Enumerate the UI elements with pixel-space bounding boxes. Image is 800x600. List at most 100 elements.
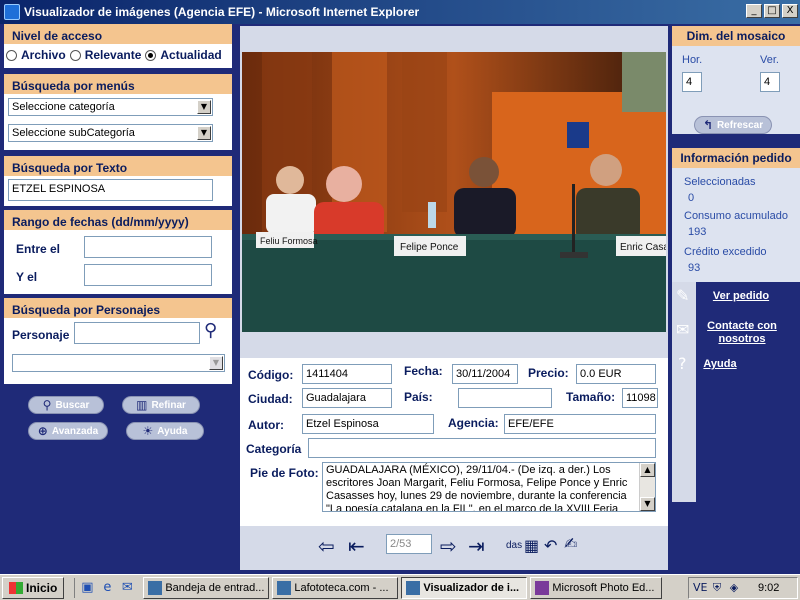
start-button[interactable]: Inicio	[2, 576, 65, 599]
windows-logo-icon	[9, 581, 23, 594]
rotate-icon[interactable]: ↶	[544, 536, 557, 555]
code-field[interactable]: 1411404	[302, 364, 392, 384]
caption-field[interactable]: GUADALAJARA (MÉXICO), 29/11/04.- (De izq…	[322, 462, 656, 512]
nameplate-2: Felipe Ponce	[400, 242, 459, 253]
radio-relevante-label: Relevante	[84, 48, 142, 62]
nameplate-3: Enric Casa	[620, 242, 666, 253]
help-button[interactable]: ☀ Ayuda	[126, 422, 204, 440]
contact-link-line1[interactable]: Contacte con	[700, 320, 784, 332]
language-indicator[interactable]: VE	[693, 581, 707, 595]
category-select[interactable]: Seleccione categoría ▼	[8, 98, 213, 116]
radio-actualidad-label: Actualidad	[160, 48, 222, 62]
pager-suffix: das	[506, 540, 523, 551]
task-inbox-label: Bandeja de entrad...	[165, 581, 265, 594]
category-field[interactable]	[308, 438, 656, 458]
date-label: Fecha:	[404, 364, 443, 378]
text-search-input[interactable]: ETZEL ESPINOSA	[8, 179, 213, 201]
code-label: Código:	[248, 368, 294, 382]
subcategory-select[interactable]: Seleccione subCategoría ▼	[8, 124, 213, 142]
menu-search-section: Búsqueda por menús Seleccione categoría …	[4, 74, 232, 152]
task-inbox[interactable]: Bandeja de entrad...	[143, 576, 270, 599]
antivirus-icon[interactable]: ⛨	[710, 581, 724, 595]
system-tray: VE ⛨ ◈ 9:02	[688, 577, 798, 599]
shield-icon[interactable]: ◈	[727, 581, 741, 595]
filter-icon: ▥	[136, 398, 148, 412]
scroll-up-icon[interactable]: ▲	[640, 463, 655, 477]
mosaic-hor-label: Hor.	[682, 54, 703, 66]
next-arrow-icon[interactable]: ⇨	[440, 534, 457, 558]
date-from-label: Entre el	[16, 242, 61, 256]
task-lafototeca[interactable]: Lafototeca.com - ...	[272, 576, 399, 599]
selected-label: Seleccionadas	[684, 176, 756, 188]
date-to-input[interactable]	[84, 264, 212, 286]
mail-icon[interactable]: ✉	[676, 320, 689, 339]
window-title: Visualizador de imágenes (Agencia EFE) -…	[24, 5, 420, 19]
size-field[interactable]: 11098	[622, 388, 658, 408]
first-arrow-icon[interactable]: ⇤	[348, 534, 365, 558]
person-input[interactable]	[74, 322, 200, 344]
radio-relevante[interactable]	[69, 49, 81, 61]
radio-archivo-label: Archivo	[21, 48, 66, 62]
mosaic-body: Hor. Ver. 4 4 ↰ Refrescar	[672, 46, 800, 134]
task-visualizador[interactable]: Visualizador de i...	[401, 576, 528, 599]
task-photo-editor[interactable]: Microsoft Photo Ed...	[530, 576, 663, 599]
question-icon[interactable]: ?	[678, 354, 687, 373]
agency-field[interactable]: EFE/EFE	[504, 414, 656, 434]
date-field[interactable]: 30/11/2004	[452, 364, 518, 384]
previous-arrow-icon[interactable]: ⇦	[318, 534, 335, 558]
side-strip	[672, 282, 696, 502]
news-photo[interactable]: Feliu Formosa Felipe Ponce Enric Casa	[242, 52, 666, 332]
outlook-icon[interactable]: ✉	[119, 580, 135, 596]
search-button[interactable]: ⚲ Buscar	[28, 396, 104, 414]
grid-icon[interactable]: ▦	[524, 536, 539, 555]
magnifier-icon[interactable]: ⚲	[204, 320, 217, 341]
city-field[interactable]: Guadalajara	[302, 388, 392, 408]
author-field[interactable]: Etzel Espinosa	[302, 414, 434, 434]
subcategory-select-value: Seleccione subCategoría	[12, 127, 135, 139]
desktop-icon[interactable]: ▣	[79, 580, 95, 596]
pager: ⇦ ⇤ 2/53 ⇨ ⇥ das ▦ ↶ ✍	[240, 526, 668, 570]
photo-details: Código: 1411404 Fecha: 30/11/2004 Precio…	[240, 358, 668, 544]
refresh-button[interactable]: ↰ Refrescar	[694, 116, 772, 134]
nameplate-1: Feliu Formosa	[260, 236, 318, 246]
task-visualizador-label: Visualizador de i...	[423, 581, 520, 594]
view-order-link[interactable]: Ver pedido	[702, 290, 780, 302]
access-level-section: Nivel de acceso Archivo Relevante Actual…	[4, 24, 232, 70]
minimize-button[interactable]: _	[746, 4, 762, 18]
mosaic-hor-input[interactable]: 4	[682, 72, 702, 92]
start-label: Inicio	[26, 580, 58, 595]
country-field[interactable]	[458, 388, 552, 408]
basket-icon[interactable]: ✍	[564, 534, 577, 553]
date-from-input[interactable]	[84, 236, 212, 258]
order-icon[interactable]: ✎	[676, 286, 689, 305]
radio-archivo[interactable]	[6, 49, 17, 61]
ie-launch-icon[interactable]: e	[99, 580, 115, 596]
advanced-button[interactable]: ⊕ Avanzada	[28, 422, 108, 440]
person-list-select[interactable]: ▼	[12, 354, 225, 372]
maximize-button[interactable]: □	[764, 4, 780, 18]
last-arrow-icon[interactable]: ⇥	[468, 534, 485, 558]
scroll-down-icon[interactable]: ▼	[640, 497, 655, 511]
caption-text: GUADALAJARA (MÉXICO), 29/11/04.- (De izq…	[326, 464, 628, 512]
caption-scrollbar[interactable]: ▲ ▼	[639, 463, 655, 511]
city-label: Ciudad:	[248, 392, 293, 406]
chevron-down-icon[interactable]: ▼	[209, 356, 223, 370]
menu-search-title: Búsqueda por menús	[4, 76, 232, 94]
page-number-field[interactable]: 2/53	[386, 534, 432, 554]
task-photo-editor-label: Microsoft Photo Ed...	[552, 581, 655, 594]
price-field[interactable]: 0.0 EUR	[576, 364, 656, 384]
help-link[interactable]: Ayuda	[702, 358, 738, 370]
refine-button[interactable]: ▥ Refinar	[122, 396, 200, 414]
window-controls: _ □ X	[746, 4, 798, 18]
crosshair-icon: ⊕	[37, 424, 48, 438]
country-label: País:	[404, 390, 433, 404]
mosaic-ver-input[interactable]: 4	[760, 72, 780, 92]
refine-button-label: Refinar	[151, 399, 186, 411]
outlook-task-icon	[148, 580, 163, 595]
contact-link-line2[interactable]: nosotros	[700, 333, 784, 345]
radio-actualidad[interactable]	[145, 49, 157, 61]
chevron-down-icon[interactable]: ▼	[197, 126, 211, 140]
date-range-section: Rango de fechas (dd/mm/yyyy) Entre el Y …	[4, 210, 232, 294]
chevron-down-icon[interactable]: ▼	[197, 100, 211, 114]
close-button[interactable]: X	[782, 4, 798, 18]
